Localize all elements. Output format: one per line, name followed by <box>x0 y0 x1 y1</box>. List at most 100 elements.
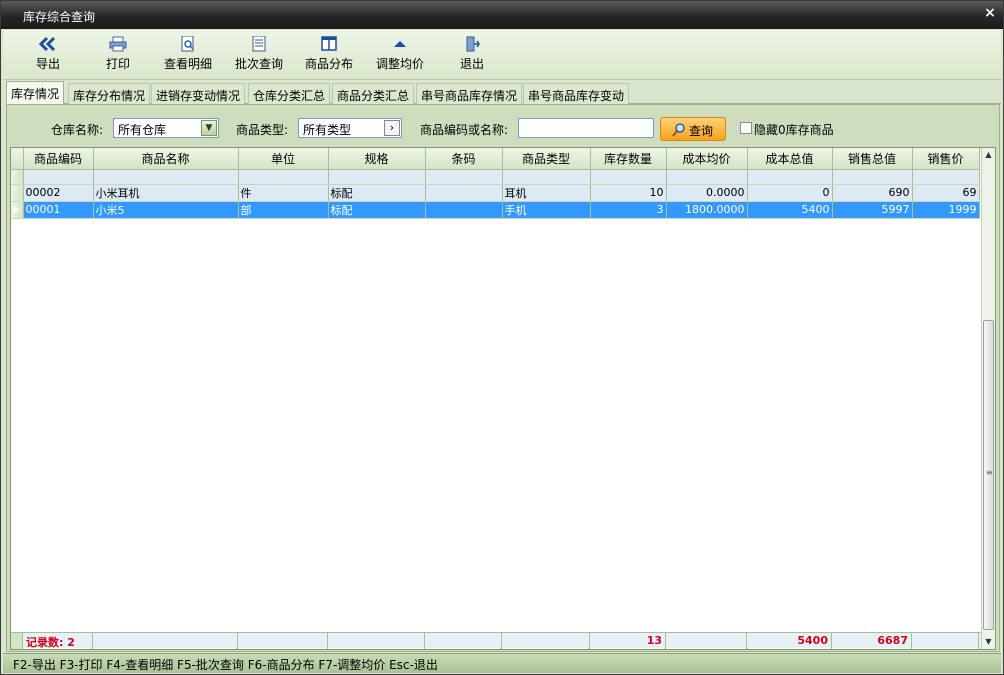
tab-serial-inventory[interactable]: 串号商品库存情况 <box>416 83 523 104</box>
cell-category[interactable]: 手机 <box>502 201 591 219</box>
tab-inventory-status[interactable]: 库存情况 <box>6 81 65 104</box>
cell-name[interactable]: 小米耳机 <box>93 184 239 202</box>
footer-cell <box>666 633 747 649</box>
filter-row[interactable] <box>11 169 980 185</box>
column-header[interactable]: 规格 <box>328 148 426 170</box>
warehouse-select[interactable]: 所有仓库 ▼ <box>113 118 219 138</box>
filter-cell[interactable] <box>425 169 503 185</box>
chevron-down-icon[interactable]: ▼ <box>201 120 217 136</box>
tab-inventory-distribution[interactable]: 库存分布情况 <box>68 83 151 104</box>
cell-code[interactable]: 00002 <box>23 184 94 202</box>
column-header[interactable]: 商品类型 <box>502 148 591 170</box>
status-bar: F2-导出 F3-打印 F4-查看明细 F5-批次查询 F6-商品分布 F7-调… <box>3 653 1001 673</box>
hide-zero-label: 隐藏0库存商品 <box>754 123 834 137</box>
scroll-up-icon[interactable]: ▲ <box>982 148 995 162</box>
columns-icon <box>321 36 337 51</box>
close-icon[interactable]: × <box>983 6 997 20</box>
column-header[interactable]: 商品名称 <box>93 148 239 170</box>
tab-warehouse-summary[interactable]: 仓库分类汇总 <box>248 83 331 104</box>
cell-cost-total[interactable]: 5400 <box>747 201 833 219</box>
column-header[interactable]: 成本总值 <box>747 148 833 170</box>
category-label: 商品类型: <box>236 123 289 137</box>
row-indicator <box>11 184 24 202</box>
filter-cell[interactable] <box>590 169 667 185</box>
cell-unit[interactable]: 件 <box>238 184 329 202</box>
column-header[interactable]: 库存数量 <box>590 148 667 170</box>
filter-cell[interactable] <box>666 169 748 185</box>
footer-cell <box>238 633 328 649</box>
warehouse-value: 所有仓库 <box>118 123 167 137</box>
cell-barcode[interactable] <box>425 201 503 219</box>
filter-cell[interactable] <box>832 169 913 185</box>
cell-avg-cost[interactable]: 1800.0000 <box>666 201 748 219</box>
filter-cell[interactable] <box>912 169 980 185</box>
summary-footer-row: 记录数: 2 13 5400 6687 <box>11 632 983 649</box>
hide-zero-checkbox[interactable] <box>740 122 752 134</box>
column-header[interactable]: 条码 <box>425 148 503 170</box>
cell-category[interactable]: 耳机 <box>502 184 591 202</box>
cell-spec[interactable]: 标配 <box>328 184 426 202</box>
scroll-down-icon[interactable]: ▼ <box>982 635 995 649</box>
tab-serial-inventory-changes[interactable]: 串号商品库存变动 <box>523 83 630 104</box>
cell-barcode[interactable] <box>425 184 503 202</box>
footer-cell <box>328 633 425 649</box>
product-distribution-label: 商品分布 <box>304 57 353 71</box>
cell-name[interactable]: 小米5 <box>93 201 239 219</box>
cell-stock-qty[interactable]: 3 <box>590 201 667 219</box>
export-button[interactable]: 导出 <box>31 36 65 76</box>
inventory-query-window: 库存综合查询 × 导出 打印 查看明细 批次查询 商品分布 调整均价 退出 库存… <box>0 0 1004 675</box>
column-header[interactable]: 商品编码 <box>23 148 94 170</box>
code-or-name-input[interactable] <box>518 118 654 138</box>
filter-cell[interactable] <box>93 169 239 185</box>
filter-bar: 仓库名称: 所有仓库 ▼ 商品类型: 所有类型 › 商品编码或名称: 查询 隐藏… <box>7 105 999 145</box>
category-value: 所有类型 <box>303 123 352 137</box>
tab-category-summary[interactable]: 商品分类汇总 <box>332 83 415 104</box>
cell-cost-total[interactable]: 0 <box>747 184 833 202</box>
current-row-arrow-icon: ▶ <box>11 201 24 219</box>
cell-sale-price[interactable]: 69 <box>912 184 980 202</box>
product-distribution-button[interactable]: 商品分布 <box>303 36 355 76</box>
category-select[interactable]: 所有类型 › <box>298 118 402 138</box>
warehouse-label: 仓库名称: <box>51 123 104 137</box>
cell-avg-cost[interactable]: 0.0000 <box>666 184 748 202</box>
view-detail-button[interactable]: 查看明细 <box>162 36 214 76</box>
cell-sales-total[interactable]: 690 <box>832 184 913 202</box>
footer-cell <box>502 633 590 649</box>
cell-unit[interactable]: 部 <box>238 201 329 219</box>
footer-cell <box>425 633 502 649</box>
adjust-avg-price-button[interactable]: 调整均价 <box>374 36 426 76</box>
vertical-scrollbar[interactable]: ▲ ≡ ▼ <box>981 148 995 649</box>
exit-label: 退出 <box>459 57 484 71</box>
exit-button[interactable]: 退出 <box>455 36 489 76</box>
filter-cell[interactable] <box>747 169 833 185</box>
tab-purchase-sales-changes[interactable]: 进销存变动情况 <box>151 83 246 104</box>
printer-icon <box>109 36 127 52</box>
filter-cell[interactable] <box>502 169 591 185</box>
row-indicator <box>11 169 24 185</box>
table-row-selected[interactable]: ▶ 00001 小米5 部 标配 手机 3 1800.0000 5400 599… <box>11 201 980 219</box>
cell-stock-qty[interactable]: 10 <box>590 184 667 202</box>
column-header[interactable]: 成本均价 <box>666 148 748 170</box>
batch-query-button[interactable]: 批次查询 <box>233 36 285 76</box>
table-row[interactable]: 00002 小米耳机 件 标配 耳机 10 0.0000 0 690 69 <box>11 184 980 202</box>
scroll-thumb[interactable]: ≡ <box>983 320 994 630</box>
filter-cell[interactable] <box>328 169 426 185</box>
column-header[interactable]: 销售总值 <box>832 148 913 170</box>
print-button[interactable]: 打印 <box>101 36 135 76</box>
adjust-avg-price-label: 调整均价 <box>375 57 424 71</box>
code-or-name-label: 商品编码或名称: <box>420 123 509 137</box>
cell-sale-price[interactable]: 1999 <box>912 201 980 219</box>
row-indicator <box>11 633 23 649</box>
column-header[interactable]: 销售价 <box>912 148 980 170</box>
cell-sales-total[interactable]: 5997 <box>832 201 913 219</box>
search-button[interactable]: 查询 <box>660 117 726 141</box>
footer-cost-total: 5400 <box>747 633 832 649</box>
chevron-right-icon[interactable]: › <box>384 120 400 136</box>
content-panel: 仓库名称: 所有仓库 ▼ 商品类型: 所有类型 › 商品编码或名称: 查询 隐藏… <box>6 104 1000 652</box>
filter-cell[interactable] <box>23 169 94 185</box>
cell-code[interactable]: 00001 <box>23 201 94 219</box>
column-header[interactable]: 单位 <box>238 148 329 170</box>
cell-spec[interactable]: 标配 <box>328 201 426 219</box>
filter-cell[interactable] <box>238 169 329 185</box>
title-bar[interactable]: 库存综合查询 × <box>1 1 1003 29</box>
